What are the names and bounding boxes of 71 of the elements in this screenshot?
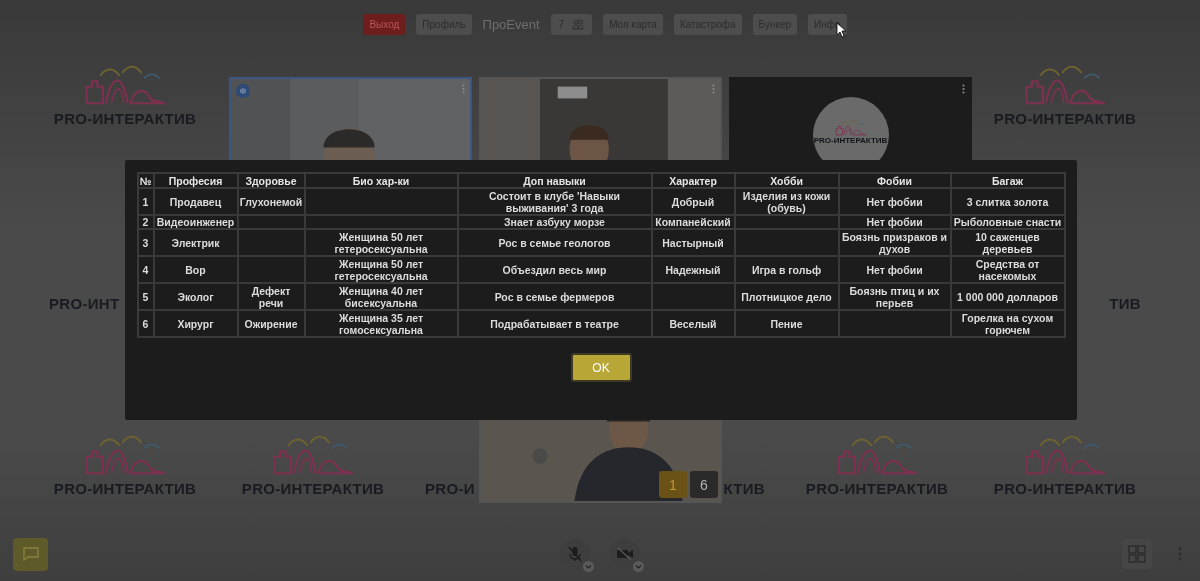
more-icon[interactable]	[962, 84, 965, 94]
column-header: Здоровье	[237, 173, 305, 188]
table-cell: Женщина 50 лет гетеросексуальна	[304, 256, 458, 283]
column-header: Фобии	[838, 173, 951, 188]
table-cell: Рос в семье геологов	[457, 229, 652, 256]
table-cell: 4	[137, 256, 154, 283]
table-cell: 5	[137, 283, 154, 310]
column-header: Био хар-ки	[304, 173, 458, 188]
speaker-indicator-icon	[236, 84, 250, 98]
table-cell: Ожирение	[237, 310, 305, 337]
camera-off-icon	[616, 547, 634, 561]
table-cell: 3 слитка золота	[950, 188, 1065, 215]
people-icon	[572, 19, 585, 30]
table-cell: Боязнь птиц и их перьев	[838, 283, 951, 310]
table-cell: Знает азбуку морзе	[457, 215, 652, 229]
table-cell: Женщина 40 лет бисексуальна	[304, 283, 458, 310]
table-cell: Хирург	[153, 310, 238, 337]
table-cell: Веселый	[651, 310, 735, 337]
column-header: Доп навыки	[457, 173, 652, 188]
page-button[interactable]: 1	[659, 471, 687, 498]
table-cell: Вор	[153, 256, 238, 283]
table-cell: 10 саженцев деревьев	[950, 229, 1065, 256]
chat-icon	[22, 547, 39, 561]
exit-button[interactable]: Выход	[363, 14, 406, 35]
table-cell: Электрик	[153, 229, 238, 256]
column-header: Хобби	[734, 173, 839, 188]
column-header: №	[137, 173, 154, 188]
table-cell: Настырный	[651, 229, 735, 256]
chevron-icon	[633, 561, 644, 572]
chevron-icon	[583, 561, 594, 572]
table-cell: Женщина 35 лет гомосексуальна	[304, 310, 458, 337]
table-cell: 1 000 000 долларов	[950, 283, 1065, 310]
table-cell: Пение	[734, 310, 839, 337]
table-cell: Добрый	[651, 188, 735, 215]
table-cell: Эколог	[153, 283, 238, 310]
column-header: Багаж	[950, 173, 1065, 188]
table-cell: Рыболовные снасти	[950, 215, 1065, 229]
layout-button[interactable]	[1122, 539, 1152, 569]
table-cell: Рос в семье фермеров	[457, 283, 652, 310]
chat-button[interactable]	[13, 537, 48, 571]
table-cell: Изделия из кожи (обувь)	[734, 188, 839, 215]
page-button[interactable]: 6	[690, 471, 718, 498]
table-cell: Средства от насекомых	[950, 256, 1065, 283]
table-cell: Дефект речи	[237, 283, 305, 310]
table-cell: Боязнь призраков и духов	[838, 229, 951, 256]
logo-drawing	[833, 119, 868, 136]
table-cell: Объездил весь мир	[457, 256, 652, 283]
table-cell: Глухонемой	[237, 188, 305, 215]
table-cell: Нет фобии	[838, 256, 951, 283]
column-header: Професия	[153, 173, 238, 188]
ok-button[interactable]: OK	[570, 353, 632, 382]
table-cell: 6	[137, 310, 154, 337]
grid-icon	[1128, 545, 1146, 563]
table-cell: Состоит в клубе 'Навыки выживания' 3 года	[457, 188, 652, 215]
avatar-text: PRO-ИНТЕРАКТИВ	[813, 136, 888, 145]
table-cell: Надежный	[651, 256, 735, 283]
table-cell: Игра в гольф	[734, 256, 839, 283]
table-cell: Видеоинженер	[153, 215, 238, 229]
table-cell: Плотницкое дело	[734, 283, 839, 310]
table-cell: 3	[137, 229, 154, 256]
column-header: Характер	[651, 173, 735, 188]
table-cell: Подрабатывает в театре	[457, 310, 652, 337]
microphone-off-icon	[568, 546, 582, 562]
table-cell: Женщина 50 лет гетеросексуальна	[304, 229, 458, 256]
table-cell: Продавец	[153, 188, 238, 215]
table-cell: Нет фобии	[838, 188, 951, 215]
table-cell: Компанейский	[651, 215, 735, 229]
table-cell: 1	[137, 188, 154, 215]
table-cell: Нет фобии	[838, 215, 951, 229]
table-cell: 2	[137, 215, 154, 229]
table-cell: Горелка на сухом горючем	[950, 310, 1065, 337]
